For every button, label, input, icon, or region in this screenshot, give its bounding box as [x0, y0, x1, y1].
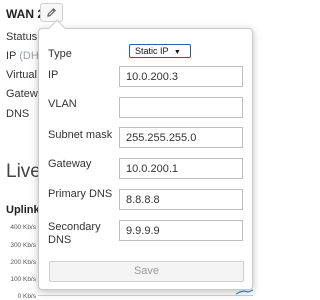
secondary-dns-field[interactable]: 9.9.9.9: [119, 220, 243, 241]
y-tick-label: 300 Kb/s: [10, 242, 36, 249]
ip-field[interactable]: 10.0.200.3: [119, 66, 243, 87]
gateway-field[interactable]: 10.0.200.1: [119, 158, 243, 179]
status-label: Status: [6, 31, 38, 43]
subnet-mask-field[interactable]: 255.255.255.0: [119, 127, 243, 148]
type-label: Type: [48, 48, 72, 60]
y-tick-label: 100 Kb/s: [10, 276, 36, 283]
save-button[interactable]: Save: [49, 261, 244, 282]
chevron-down-icon: ▼: [173, 49, 181, 56]
ip-field-label: IP: [48, 69, 59, 81]
y-tick-label: 0 Kb/s: [18, 293, 37, 300]
wan-title: WAN 2: [6, 7, 45, 21]
y-tick-label: 400 Kb/s: [10, 224, 36, 231]
secondary-dns-label-line1: Secondary: [48, 221, 101, 233]
primary-dns-label: Primary DNS: [48, 188, 113, 200]
uplink-title: Uplink: [6, 204, 40, 216]
vlan-field-label: VLAN: [48, 98, 77, 110]
wan-config-popover: Type Static IP ▼ IP 10.0.200.3 VLAN Subn…: [38, 19, 253, 290]
subnet-mask-label: Subnet mask: [48, 129, 113, 141]
type-select[interactable]: Static IP ▼: [129, 44, 191, 58]
edit-button[interactable]: [40, 3, 63, 22]
ip-label-text: IP: [6, 50, 20, 62]
uplink-series-line: [235, 289, 253, 295]
type-select-value: Static IP: [135, 46, 169, 56]
pencil-icon: [47, 8, 56, 17]
y-tick-label: 200 Kb/s: [10, 259, 36, 266]
primary-dns-field[interactable]: 8.8.8.8: [119, 189, 243, 210]
vlan-field[interactable]: [119, 97, 243, 118]
dns-label: DNS: [6, 108, 30, 120]
secondary-dns-label-line2: DNS: [48, 234, 72, 246]
secondary-dns-label: Secondary DNS: [48, 221, 101, 247]
gateway-field-label: Gateway: [48, 158, 92, 170]
